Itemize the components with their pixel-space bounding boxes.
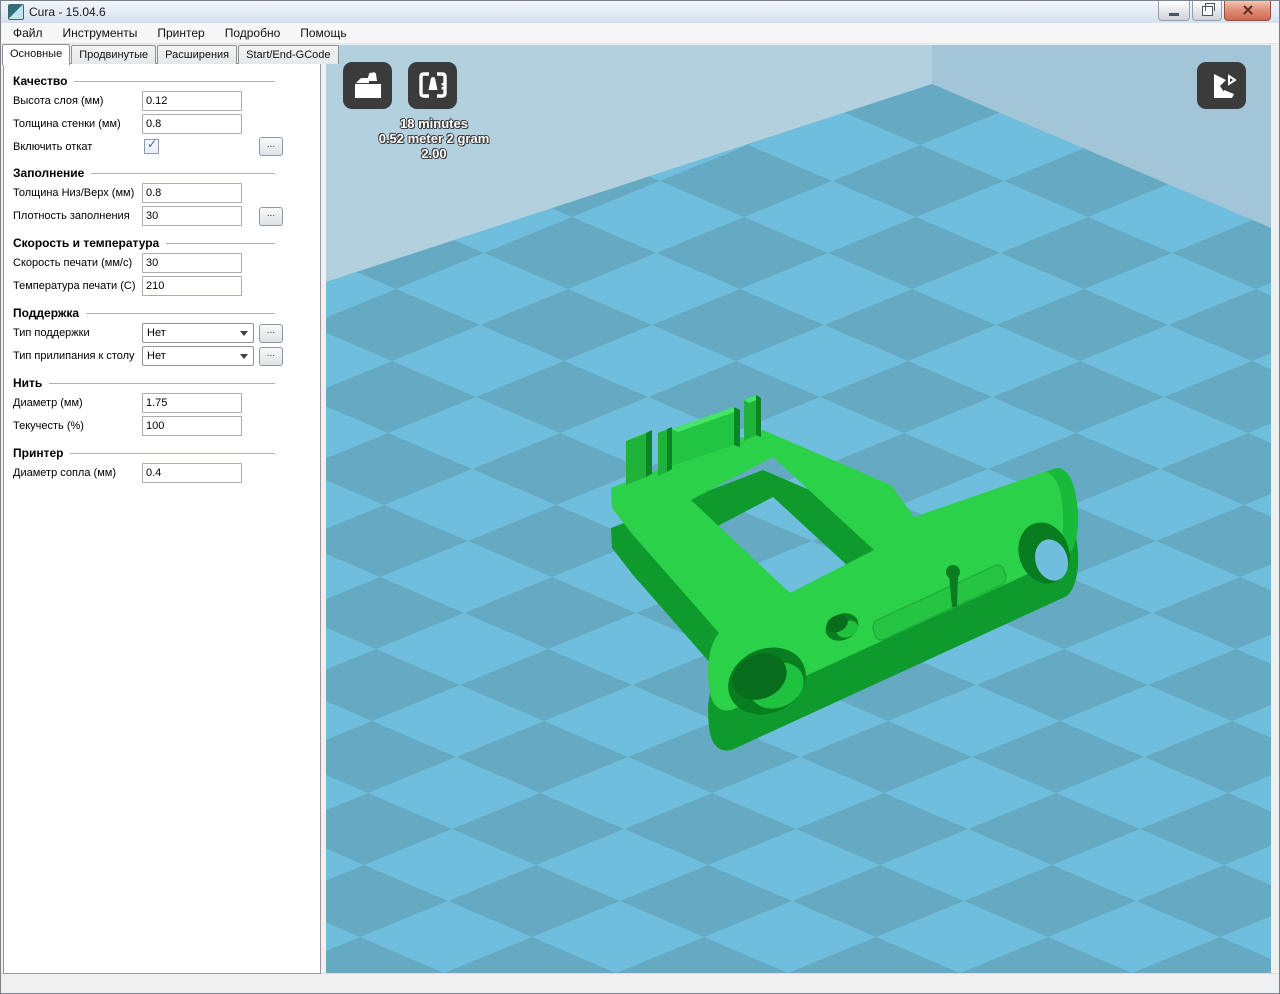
chevron-down-icon	[240, 353, 248, 359]
app-icon	[8, 4, 24, 20]
status-bar	[1, 973, 1279, 993]
nozzle-size-label: Диаметр сопла (мм)	[13, 467, 116, 479]
minimize-button[interactable]	[1158, 1, 1190, 21]
setting-row-nozzle-size: Диаметр сопла (мм)	[13, 463, 283, 483]
title-bar[interactable]: Cura - 15.04.6	[1, 1, 1279, 24]
platform-adhesion-selected-value: Нет	[147, 350, 166, 362]
bottom-top-thickness-label: Толщина Низ/Верх (мм)	[13, 187, 135, 199]
section-title: Качество	[13, 74, 68, 88]
save-toolpath-icon	[418, 71, 447, 98]
menu-item-2[interactable]: Принтер	[147, 24, 214, 42]
fill-density-more-button[interactable]: ...	[259, 206, 283, 226]
print-stats: 18 minutes 0.52 meter 2 gram 2.00	[326, 116, 542, 161]
section-3: Поддержка Тип поддержки Нет... Тип прилипан…	[13, 306, 320, 366]
nozzle-size-input[interactable]	[142, 463, 242, 483]
setting-row-wall-thickness: Толщина стенки (мм)	[13, 114, 283, 134]
support-type-selected-value: Нет	[147, 327, 166, 339]
print-stat-line-0: 18 minutes	[400, 116, 468, 131]
load-model-icon	[354, 71, 381, 98]
minimize-icon	[1169, 12, 1179, 16]
setting-row-filament-flow: Текучесть (%)	[13, 416, 283, 436]
view-mode-icon	[1213, 73, 1237, 98]
print-stat-line-2: 2.00	[421, 146, 447, 161]
section-rule	[49, 382, 275, 384]
menu-item-0[interactable]: Файл	[3, 24, 53, 42]
print-stat-line-1: 0.52 meter 2 gram	[378, 131, 490, 146]
platform-adhesion-more-button[interactable]: ...	[259, 346, 283, 366]
setting-row-filament-diameter: Диаметр (мм)	[13, 393, 283, 413]
fill-density-input[interactable]	[142, 206, 242, 226]
section-title: Поддержка	[13, 306, 80, 320]
view-mode-button[interactable]	[1197, 62, 1246, 109]
menu-item-4[interactable]: Помощь	[290, 24, 356, 42]
close-button[interactable]	[1224, 1, 1271, 21]
print-speed-label: Скорость печати (мм/с)	[13, 257, 133, 269]
wall-thickness-label: Толщина стенки (мм)	[13, 118, 121, 130]
setting-row-enable-retraction: Включить откат ✓...	[13, 137, 283, 156]
enable-retraction-more-button[interactable]: ...	[259, 137, 283, 156]
section-title: Заполнение	[13, 166, 85, 180]
section-rule	[70, 452, 275, 454]
section-4: Нить Диаметр (мм) Текучесть (%)	[13, 376, 320, 436]
filament-diameter-label: Диаметр (мм)	[13, 397, 83, 409]
layer-height-input[interactable]	[142, 91, 242, 111]
platform-adhesion-select[interactable]: Нет	[142, 346, 254, 366]
window-title: Cura - 15.04.6	[29, 5, 106, 19]
restore-button[interactable]	[1192, 1, 1222, 21]
print-temperature-label: Температура печати (C)	[13, 280, 136, 292]
setting-row-platform-adhesion: Тип прилипания к столу Нет...	[13, 346, 283, 366]
support-type-more-button[interactable]: ...	[259, 323, 283, 343]
bottom-top-thickness-input[interactable]	[142, 183, 242, 203]
layer-height-label: Высота слоя (мм)	[13, 95, 104, 107]
load-model-button[interactable]	[343, 62, 392, 109]
viewport-3d[interactable]: 18 minutes 0.52 meter 2 gram 2.00	[326, 45, 1271, 976]
fill-density-label: Плотность заполнения	[13, 210, 130, 222]
section-title: Принтер	[13, 446, 64, 460]
tab-1[interactable]: Продвинутые	[71, 45, 157, 64]
section-rule	[166, 242, 275, 244]
print-speed-input[interactable]	[142, 253, 242, 273]
filament-diameter-input[interactable]	[142, 393, 242, 413]
section-0: Качество Высота слоя (мм) Толщина стенки (…	[13, 74, 320, 156]
wall-thickness-input[interactable]	[142, 114, 242, 134]
chevron-down-icon	[240, 330, 248, 336]
platform-adhesion-label: Тип прилипания к столу	[13, 350, 135, 362]
menu-bar: Файл Инструменты Принтер Подробно Помощь	[1, 23, 1279, 44]
section-2: Скорость и температура Скорость печати (м…	[13, 236, 320, 296]
section-rule	[86, 312, 275, 314]
tab-0[interactable]: Основные	[2, 44, 71, 65]
save-toolpath-button[interactable]	[408, 62, 457, 109]
setting-row-support-type: Тип поддержки Нет...	[13, 323, 283, 343]
section-title: Нить	[13, 376, 43, 390]
enable-retraction-checkbox[interactable]: ✓	[144, 137, 159, 154]
section-5: Принтер Диаметр сопла (мм)	[13, 446, 320, 483]
section-rule	[74, 80, 275, 82]
enable-retraction-label: Включить откат	[13, 140, 93, 153]
cura-window: Cura - 15.04.6 Файл Инструменты Принтер Под…	[0, 0, 1280, 994]
setting-row-print-temperature: Температура печати (C)	[13, 276, 283, 296]
section-1: Заполнение Толщина Низ/Верх (мм) Плотность…	[13, 166, 320, 226]
tab-strip: Основные Продвинутые Расширения Start/End-G…	[2, 43, 339, 65]
setting-row-print-speed: Скорость печати (мм/с)	[13, 253, 283, 273]
support-type-label: Тип поддержки	[13, 327, 90, 339]
support-type-select[interactable]: Нет	[142, 323, 254, 343]
setting-row-fill-density: Плотность заполнения...	[13, 206, 283, 226]
restore-icon	[1201, 2, 1215, 16]
menu-item-3[interactable]: Подробно	[215, 24, 291, 42]
filament-flow-input[interactable]	[142, 416, 242, 436]
scene-canvas	[326, 45, 1271, 976]
settings-panel: Качество Высота слоя (мм) Толщина стенки (…	[3, 63, 321, 974]
tab-2[interactable]: Расширения	[157, 45, 238, 64]
section-title: Скорость и температура	[13, 236, 160, 250]
window-controls	[1156, 1, 1271, 21]
tab-3[interactable]: Start/End-GCode	[238, 45, 339, 64]
print-temperature-input[interactable]	[142, 276, 242, 296]
setting-row-layer-height: Высота слоя (мм)	[13, 91, 283, 111]
menu-item-1[interactable]: Инструменты	[53, 24, 148, 42]
check-icon: ✓	[147, 137, 158, 151]
filament-flow-label: Текучесть (%)	[13, 420, 84, 432]
section-rule	[91, 172, 275, 174]
setting-row-bottom-top-thickness: Толщина Низ/Верх (мм)	[13, 183, 283, 203]
